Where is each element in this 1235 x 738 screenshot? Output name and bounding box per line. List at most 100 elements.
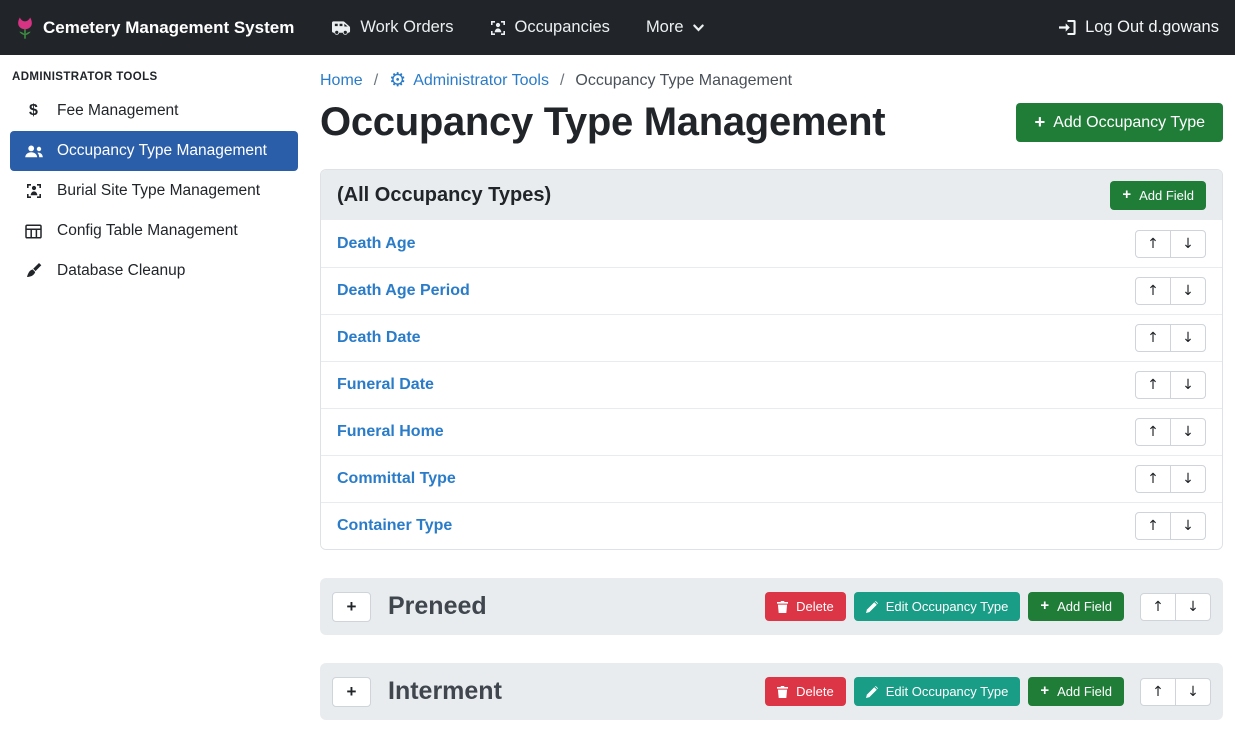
sidebar-item-label: Burial Site Type Management (57, 182, 260, 200)
add-field-button[interactable]: + Add Field (1110, 181, 1206, 210)
move-up-button[interactable]: ↑ (1135, 512, 1171, 540)
app-brand[interactable]: Cemetery Management System (16, 16, 294, 40)
move-down-button[interactable]: ↓ (1170, 324, 1206, 352)
add-field-label: Add Field (1139, 188, 1194, 203)
sidebar-item-label: Config Table Management (57, 222, 238, 240)
expand-section-button[interactable]: + (332, 592, 371, 622)
move-up-button[interactable]: ↑ (1135, 371, 1171, 399)
sidebar: Administrator Tools $ Fee Management Occ… (0, 55, 308, 738)
arrow-down-icon: ↓ (1187, 684, 1199, 700)
arrow-down-icon: ↓ (1182, 330, 1194, 346)
arrow-up-icon: ↑ (1147, 330, 1159, 346)
reorder-button-group: ↑ ↓ (1140, 678, 1211, 706)
move-down-button[interactable]: ↓ (1175, 593, 1211, 621)
reorder-button-group: ↑ ↓ (1135, 324, 1206, 352)
arrow-down-icon: ↓ (1182, 377, 1194, 393)
move-up-button[interactable]: ↑ (1135, 324, 1171, 352)
reorder-button-group: ↑ ↓ (1135, 418, 1206, 446)
move-down-button[interactable]: ↓ (1170, 512, 1206, 540)
section-title: Interment (388, 677, 502, 706)
move-up-button[interactable]: ↑ (1140, 678, 1176, 706)
arrow-down-icon: ↓ (1182, 424, 1194, 440)
trash-icon (777, 686, 788, 698)
arrow-down-icon: ↓ (1187, 599, 1199, 615)
move-up-button[interactable]: ↑ (1135, 230, 1171, 258)
sidebar-item-occupancy-type-management[interactable]: Occupancy Type Management (10, 131, 298, 171)
field-rows: Death Age ↑ ↓ Death Age Period ↑ ↓ Death… (321, 220, 1222, 549)
plus-icon: + (347, 597, 357, 617)
field-link[interactable]: Committal Type (337, 470, 456, 488)
logout-icon (1059, 20, 1076, 35)
breadcrumb-separator: / (374, 72, 378, 90)
field-row: Funeral Date ↑ ↓ (321, 361, 1222, 408)
sidebar-item-database-cleanup[interactable]: Database Cleanup (10, 251, 298, 291)
sidebar-item-config-table-management[interactable]: Config Table Management (10, 211, 298, 251)
van-icon (332, 20, 351, 35)
add-occupancy-type-label: Add Occupancy Type (1053, 114, 1205, 132)
sidebar-item-label: Occupancy Type Management (57, 142, 267, 160)
top-navbar: Cemetery Management System Work Orders O… (0, 0, 1235, 55)
field-link[interactable]: Funeral Date (337, 376, 434, 394)
arrow-up-icon: ↑ (1147, 424, 1159, 440)
field-link[interactable]: Death Age (337, 235, 416, 253)
nav-occupancies-label: Occupancies (515, 18, 610, 37)
delete-button[interactable]: Delete (765, 677, 846, 706)
move-down-button[interactable]: ↓ (1175, 678, 1211, 706)
move-down-button[interactable]: ↓ (1170, 371, 1206, 399)
pencil-icon (866, 686, 878, 698)
sidebar-item-burial-site-type-management[interactable]: Burial Site Type Management (10, 171, 298, 211)
sidebar-item-fee-management[interactable]: $ Fee Management (10, 91, 298, 131)
field-row: Death Age Period ↑ ↓ (321, 267, 1222, 314)
plus-icon: + (347, 682, 357, 702)
arrow-up-icon: ↑ (1147, 377, 1159, 393)
nav-more[interactable]: More (646, 18, 704, 37)
plus-icon: + (1040, 599, 1049, 614)
arrow-up-icon: ↑ (1152, 599, 1164, 615)
app-title: Cemetery Management System (43, 18, 294, 38)
all-occupancy-types-title: (All Occupancy Types) (337, 184, 551, 207)
section-actions: Delete Edit Occupancy Type + Add Field ↑… (765, 592, 1211, 621)
move-down-button[interactable]: ↓ (1170, 418, 1206, 446)
move-down-button[interactable]: ↓ (1170, 277, 1206, 305)
move-down-button[interactable]: ↓ (1170, 230, 1206, 258)
move-up-button[interactable]: ↑ (1135, 277, 1171, 305)
field-link[interactable]: Death Age Period (337, 282, 470, 300)
delete-button[interactable]: Delete (765, 592, 846, 621)
all-occupancy-types-header: (All Occupancy Types) + Add Field (321, 170, 1222, 220)
plus-icon: + (1122, 188, 1131, 203)
edit-occupancy-type-button[interactable]: Edit Occupancy Type (854, 677, 1021, 706)
navbar-links: Work Orders Occupancies More (332, 18, 703, 37)
nav-work-orders[interactable]: Work Orders (332, 18, 453, 37)
table-icon (23, 224, 44, 239)
logout-link[interactable]: Log Out d.gowans (1059, 18, 1219, 37)
arrow-down-icon: ↓ (1182, 518, 1194, 534)
arrow-up-icon: ↑ (1147, 236, 1159, 252)
main-content: Home / ⚙ Administrator Tools / Occupancy… (308, 55, 1235, 738)
trash-icon (777, 601, 788, 613)
sidebar-item-label: Fee Management (57, 102, 179, 120)
move-up-button[interactable]: ↑ (1135, 418, 1171, 446)
edit-occupancy-type-button[interactable]: Edit Occupancy Type (854, 592, 1021, 621)
nav-occupancies[interactable]: Occupancies (490, 18, 610, 37)
reorder-button-group: ↑ ↓ (1135, 277, 1206, 305)
add-occupancy-type-button[interactable]: + Add Occupancy Type (1016, 103, 1223, 141)
breadcrumb: Home / ⚙ Administrator Tools / Occupancy… (320, 55, 1223, 90)
add-field-button[interactable]: + Add Field (1028, 592, 1124, 621)
field-link[interactable]: Death Date (337, 329, 421, 347)
move-down-button[interactable]: ↓ (1170, 465, 1206, 493)
arrow-up-icon: ↑ (1147, 471, 1159, 487)
field-link[interactable]: Funeral Home (337, 423, 444, 441)
move-up-button[interactable]: ↑ (1140, 593, 1176, 621)
reorder-button-group: ↑ ↓ (1140, 593, 1211, 621)
expand-section-button[interactable]: + (332, 677, 371, 707)
reorder-button-group: ↑ ↓ (1135, 371, 1206, 399)
breadcrumb-admin-tools[interactable]: ⚙ Administrator Tools (389, 71, 549, 90)
move-up-button[interactable]: ↑ (1135, 465, 1171, 493)
breadcrumb-home[interactable]: Home (320, 72, 363, 90)
nav-more-label: More (646, 18, 684, 37)
field-link[interactable]: Container Type (337, 517, 452, 535)
occupancy-type-section-preneed: + Preneed Delete Edit Occupancy Type + A… (320, 578, 1223, 635)
person-frame-icon (490, 20, 506, 36)
add-field-button[interactable]: + Add Field (1028, 677, 1124, 706)
reorder-button-group: ↑ ↓ (1135, 512, 1206, 540)
